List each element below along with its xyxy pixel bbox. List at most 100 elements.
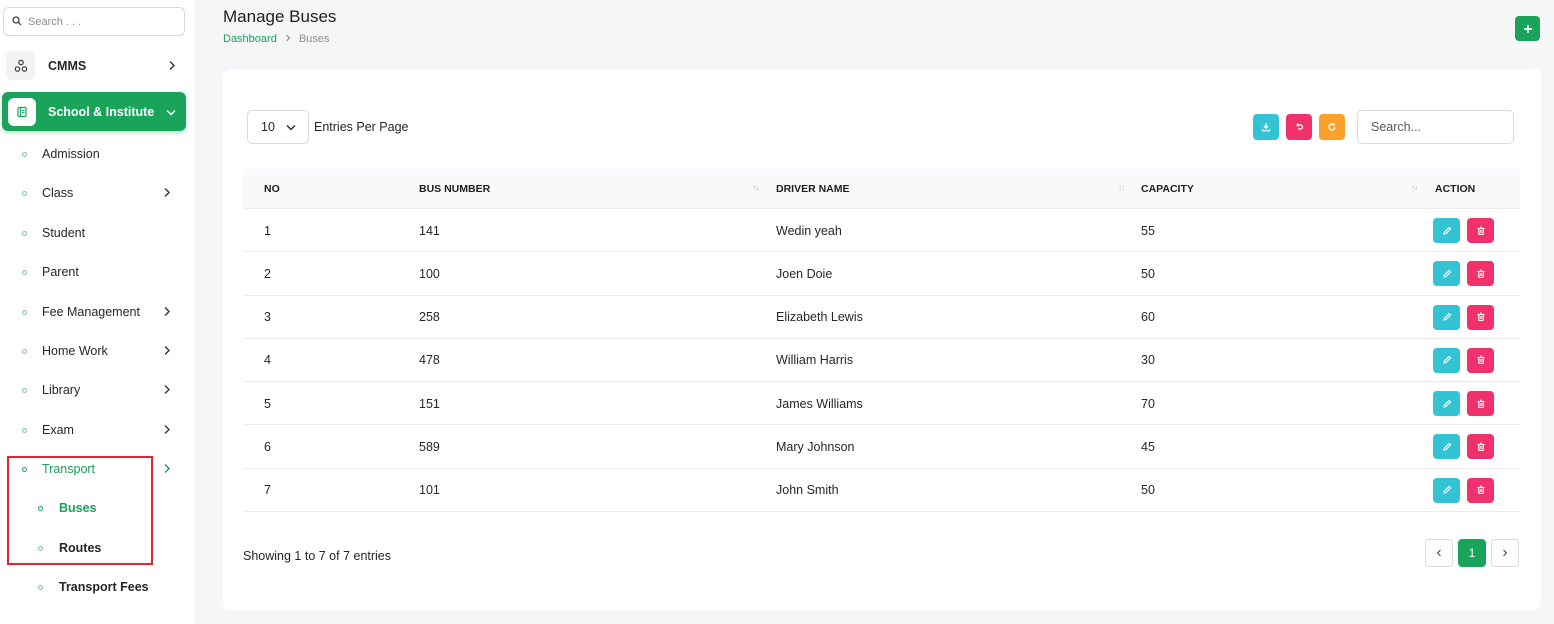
sidebar-item-label: Library — [42, 383, 81, 397]
edit-button[interactable] — [1433, 218, 1460, 243]
download-button[interactable] — [1253, 114, 1279, 140]
sort-icon[interactable]: ↑↓ — [752, 183, 759, 192]
column-header-capacity[interactable]: CAPACITY — [1141, 169, 1194, 209]
edit-icon — [1442, 269, 1451, 278]
cell-capacity: 30 — [1141, 353, 1155, 368]
trash-icon — [1477, 312, 1484, 322]
table-search-input[interactable] — [1357, 110, 1514, 144]
entries-value: 10 — [261, 120, 275, 134]
sidebar-search-input[interactable] — [28, 15, 168, 28]
edit-button[interactable] — [1433, 477, 1460, 503]
cell-no: 2 — [264, 266, 271, 281]
column-header-bus-number[interactable]: BUS NUMBER — [419, 169, 490, 209]
trash-icon — [1477, 226, 1484, 235]
cell-bus-number: 151 — [419, 396, 440, 411]
delete-button[interactable] — [1467, 434, 1494, 460]
sidebar: CMMS School & Institute Admission Class … — [0, 0, 195, 624]
cell-capacity: 55 — [1141, 223, 1155, 238]
table-body: 1 141 Wedin yeah 55 2 100 Joen Doie 50 3 258 Eliza… — [243, 209, 1520, 513]
cell-no: 1 — [264, 223, 271, 238]
breadcrumb-current: Buses — [298, 33, 330, 45]
sidebar-item-label: Student — [42, 226, 86, 240]
cell-no: 4 — [264, 353, 271, 368]
delete-button[interactable] — [1467, 304, 1494, 330]
trash-icon — [1477, 269, 1484, 278]
cell-capacity: 70 — [1141, 396, 1155, 411]
edit-button[interactable] — [1433, 347, 1460, 373]
sidebar-search[interactable] — [3, 7, 185, 36]
edit-icon — [1442, 442, 1451, 451]
column-header-driver-name[interactable]: DRIVER NAME — [776, 169, 850, 209]
sort-icon[interactable]: ↑↓ — [1411, 183, 1418, 192]
undo-icon — [1296, 123, 1304, 130]
pagination-next-button[interactable] — [1491, 539, 1519, 567]
chevron-right-icon — [1503, 549, 1508, 557]
edit-button[interactable] — [1433, 434, 1460, 460]
table-row: 3 258 Elizabeth Lewis 60 — [243, 296, 1520, 339]
cell-driver-name: Wedin yeah — [776, 223, 842, 238]
delete-button[interactable] — [1467, 261, 1494, 287]
edit-icon — [1442, 226, 1451, 235]
breadcrumb-dashboard-link[interactable]: Dashboard — [223, 33, 277, 45]
cell-bus-number: 589 — [419, 439, 440, 454]
cell-driver-name: James Williams — [776, 396, 863, 411]
edit-button[interactable] — [1433, 261, 1460, 287]
entries-per-page: 10 Entries Per Page — [247, 110, 409, 144]
entries-select[interactable]: 10 — [247, 110, 309, 144]
sidebar-item-transport-fees[interactable]: Transport Fees — [0, 575, 195, 599]
column-header-no: NO — [264, 183, 280, 195]
sidebar-item-admission[interactable]: Admission — [0, 142, 195, 166]
sidebar-item-cmms[interactable]: CMMS — [6, 50, 186, 81]
sidebar-item-student[interactable]: Student — [0, 221, 195, 245]
delete-button[interactable] — [1467, 347, 1494, 373]
page-title: Manage Buses — [223, 7, 337, 26]
delete-button[interactable] — [1467, 218, 1494, 243]
search-icon — [12, 14, 22, 29]
plus-icon — [1523, 24, 1532, 33]
cell-bus-number: 258 — [419, 310, 440, 325]
add-bus-button[interactable] — [1515, 16, 1540, 41]
sidebar-item-school-institute[interactable]: School & Institute — [2, 92, 186, 131]
bullet-icon — [22, 190, 27, 196]
sidebar-item-label: Home Work — [42, 344, 108, 358]
cell-no: 3 — [264, 310, 271, 325]
cell-no: 6 — [264, 439, 271, 454]
delete-button[interactable] — [1467, 477, 1494, 503]
buses-card: 10 Entries Per Page NO BUS NUMBER ↑↓ DRI… — [223, 69, 1541, 610]
download-icon — [1261, 123, 1271, 132]
sidebar-item-label: Transport Fees — [59, 580, 149, 594]
delete-button[interactable] — [1467, 391, 1494, 417]
edit-icon — [1442, 356, 1451, 365]
annotation-highlight-box — [7, 456, 153, 565]
book-icon — [8, 97, 36, 126]
table-row: 5 151 James Williams 70 — [243, 382, 1520, 426]
sidebar-item-label: CMMS — [48, 58, 87, 73]
bullet-icon — [22, 269, 27, 275]
bullet-icon — [22, 230, 27, 236]
sidebar-item-label: Admission — [42, 147, 100, 161]
sort-icon[interactable]: ↑↓ — [1118, 183, 1125, 192]
bullet-icon — [22, 309, 27, 315]
sidebar-item-home-work[interactable]: Home Work — [0, 339, 195, 363]
bullet-icon — [22, 151, 27, 157]
pagination-prev-button[interactable] — [1425, 539, 1453, 567]
cell-driver-name: Joen Doie — [776, 266, 833, 281]
pagination-page-button[interactable]: 1 — [1458, 539, 1486, 567]
cell-capacity: 60 — [1141, 310, 1155, 325]
sidebar-item-parent[interactable]: Parent — [0, 260, 195, 284]
edit-button[interactable] — [1433, 391, 1460, 417]
sidebar-item-library[interactable]: Library — [0, 378, 195, 402]
refresh-button[interactable] — [1319, 114, 1345, 140]
sidebar-item-label: Exam — [42, 423, 74, 437]
table-row: 7 101 John Smith 50 — [243, 469, 1520, 513]
undo-button[interactable] — [1286, 114, 1312, 140]
edit-button[interactable] — [1433, 304, 1460, 330]
buses-table: NO BUS NUMBER ↑↓ DRIVER NAME ↑↓ CAPACITY… — [243, 169, 1520, 513]
bullet-icon — [22, 427, 27, 433]
sidebar-item-fee-management[interactable]: Fee Management — [0, 300, 195, 324]
breadcrumb: Dashboard Buses — [223, 33, 329, 45]
sidebar-item-class[interactable]: Class — [0, 181, 195, 205]
cell-driver-name: Elizabeth Lewis — [776, 310, 863, 325]
table-row: 1 141 Wedin yeah 55 — [243, 209, 1520, 253]
sidebar-item-exam[interactable]: Exam — [0, 418, 195, 442]
